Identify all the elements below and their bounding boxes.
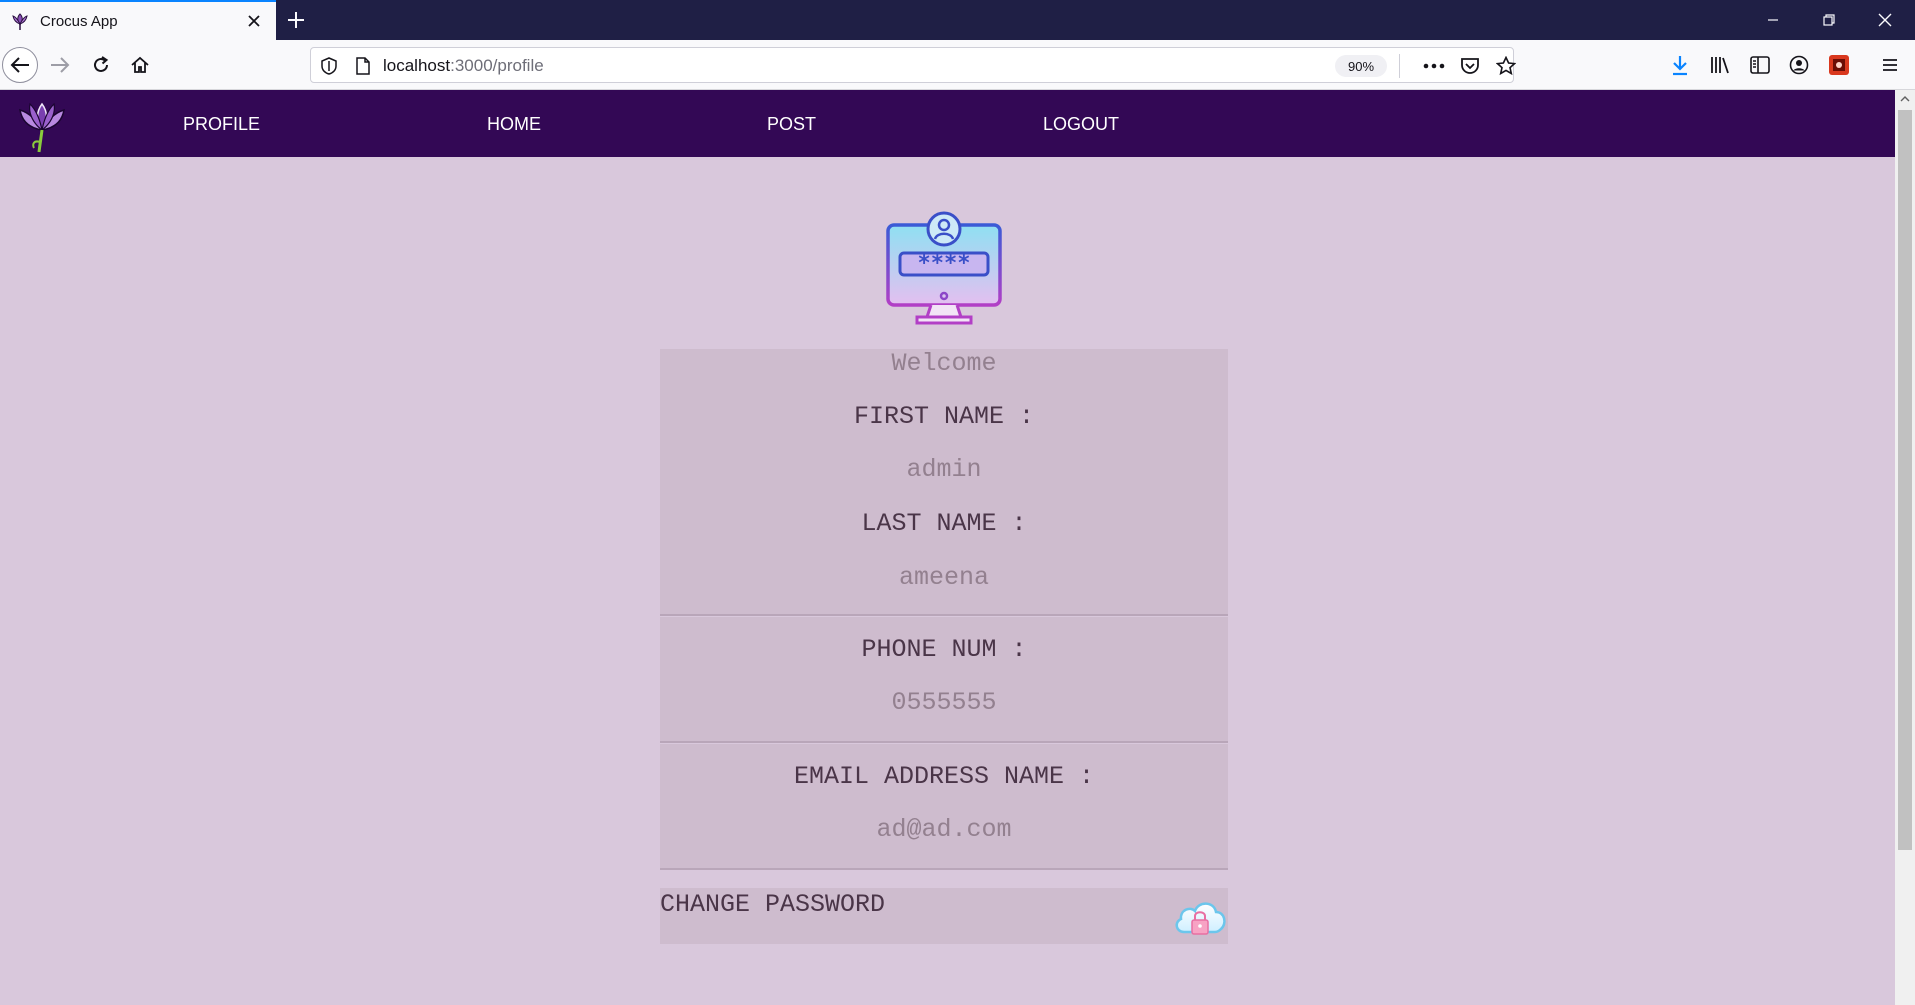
crocus-favicon-icon	[12, 13, 28, 30]
new-tab-icon[interactable]	[282, 6, 310, 34]
svg-text:****: ****	[918, 251, 971, 276]
reload-icon[interactable]	[83, 47, 119, 83]
phone-value: 0555555	[891, 688, 997, 717]
profile-name-section: Welcome FIRST NAME : admin LAST NAME : a…	[660, 349, 1228, 616]
library-icon[interactable]	[1705, 50, 1735, 80]
nav-link-profile[interactable]: PROFILE	[183, 114, 260, 135]
app-navbar: PROFILE HOME POST LOGOUT	[0, 90, 1895, 157]
browser-toolbar: localhost:3000/profile 90%	[0, 40, 1915, 90]
url-path: :3000/profile	[450, 56, 544, 75]
email-value: ad@ad.com	[876, 815, 1012, 844]
page-scrollbar[interactable]	[1895, 90, 1915, 1005]
tracking-shield-icon[interactable]	[317, 54, 341, 78]
forward-arrow-icon[interactable]	[42, 47, 78, 83]
page-info-icon[interactable]	[351, 54, 375, 78]
minimize-window-icon[interactable]	[1745, 0, 1801, 40]
first-name-label: FIRST NAME :	[853, 402, 1035, 431]
tab-title: Crocus App	[40, 12, 118, 30]
home-icon[interactable]	[122, 47, 158, 83]
welcome-text: Welcome	[891, 349, 997, 378]
profile-phone-section: PHONE NUM : 0555555	[660, 617, 1228, 743]
first-name-value: admin	[906, 455, 982, 484]
close-window-icon[interactable]	[1857, 0, 1913, 40]
nav-link-post[interactable]: POST	[767, 114, 816, 135]
nav-link-logout[interactable]: LOGOUT	[1043, 114, 1119, 135]
restore-window-icon[interactable]	[1801, 0, 1857, 40]
back-arrow-icon[interactable]	[2, 47, 38, 83]
email-label: EMAIL ADDRESS NAME :	[793, 762, 1095, 791]
url-text[interactable]: localhost:3000/profile	[383, 56, 544, 76]
account-icon[interactable]	[1784, 50, 1814, 80]
bookmark-star-icon[interactable]	[1493, 54, 1519, 78]
zoom-level-badge[interactable]: 90%	[1335, 55, 1387, 77]
close-tab-icon[interactable]	[242, 9, 266, 33]
extension-icon[interactable]	[1824, 50, 1854, 80]
more-actions-icon[interactable]	[1421, 54, 1447, 78]
last-name-label: LAST NAME :	[861, 509, 1027, 538]
last-name-value: ameena	[898, 563, 989, 592]
crocus-logo-icon[interactable]	[12, 98, 72, 154]
scrollbar-thumb[interactable]	[1898, 110, 1912, 850]
change-password-button[interactable]: CHANGE PASSWORD	[660, 888, 1228, 944]
computer-password-icon: ****	[886, 211, 1002, 325]
scroll-up-arrow-icon[interactable]	[1895, 90, 1915, 108]
url-host: localhost	[383, 56, 451, 75]
sidebar-toggle-icon[interactable]	[1745, 50, 1775, 80]
cloud-lock-icon[interactable]	[1172, 892, 1228, 944]
url-separator	[1399, 54, 1400, 78]
url-bar[interactable]: localhost:3000/profile 90%	[310, 47, 1516, 83]
nav-link-home[interactable]: HOME	[487, 114, 541, 135]
pocket-icon[interactable]	[1457, 54, 1483, 78]
phone-label: PHONE NUM :	[861, 635, 1027, 664]
menu-hamburger-icon[interactable]	[1875, 50, 1905, 80]
browser-tab-bar: Crocus App	[0, 0, 1915, 40]
downloads-icon[interactable]	[1665, 50, 1695, 80]
change-password-label: CHANGE PASSWORD	[660, 890, 886, 919]
profile-email-section: EMAIL ADDRESS NAME : ad@ad.com	[660, 744, 1228, 870]
browser-tab[interactable]: Crocus App	[0, 0, 276, 40]
